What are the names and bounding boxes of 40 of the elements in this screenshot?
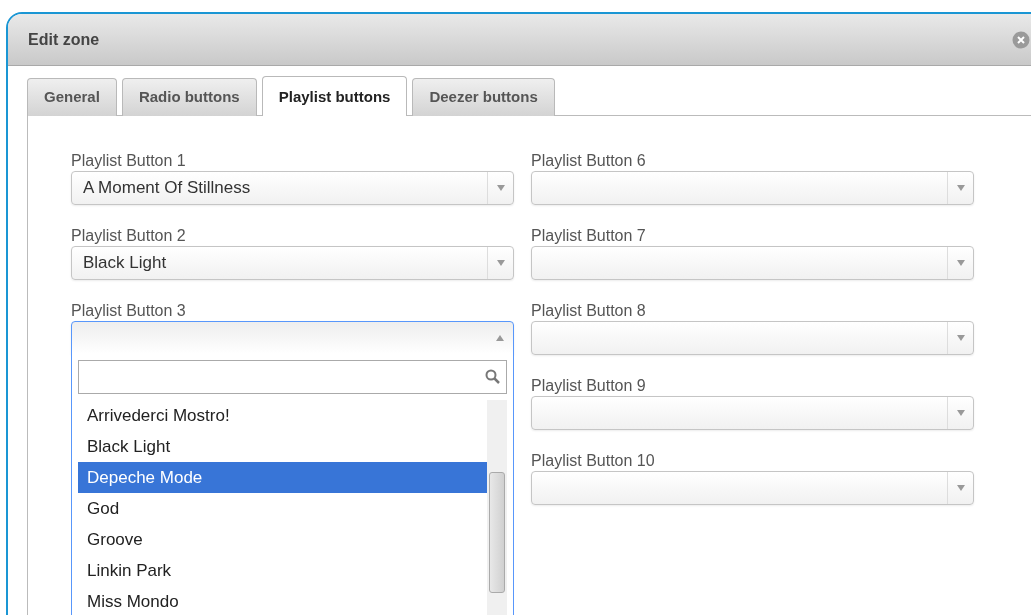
dropdown-option[interactable]: God bbox=[78, 492, 487, 524]
tab[interactable]: General bbox=[27, 78, 117, 116]
caret-icon bbox=[956, 334, 965, 341]
tab[interactable]: Playlist buttons bbox=[261, 76, 408, 116]
dropdown-field[interactable] bbox=[531, 245, 974, 280]
search-field[interactable] bbox=[78, 359, 507, 394]
caret-icon bbox=[496, 184, 505, 191]
field-label: Playlist Button 10 bbox=[531, 450, 656, 471]
window-title: Edit zone bbox=[28, 29, 100, 50]
dropdown-field[interactable] bbox=[531, 170, 974, 205]
caret-icon bbox=[496, 334, 504, 341]
dropdown-option[interactable]: Miss Mondo bbox=[78, 585, 487, 615]
dropdown-option[interactable]: Groove bbox=[78, 523, 487, 555]
dropdown-field[interactable] bbox=[531, 320, 974, 355]
scrollbar[interactable] bbox=[487, 399, 507, 615]
dropdown-field[interactable] bbox=[531, 395, 974, 430]
dropdown-option[interactable]: Black Light bbox=[78, 430, 487, 462]
field-label: Playlist Button 6 bbox=[531, 150, 647, 171]
caret-icon bbox=[956, 184, 965, 191]
field-label: Playlist Button 9 bbox=[531, 375, 647, 396]
tab[interactable]: Radio buttons bbox=[121, 78, 257, 116]
caret-icon bbox=[496, 259, 505, 266]
caret-icon bbox=[956, 484, 965, 491]
dropdown-option[interactable]: Depeche Mode bbox=[78, 461, 487, 493]
caret-icon bbox=[956, 409, 965, 416]
caret-icon bbox=[956, 259, 965, 266]
tab[interactable]: Deezer buttons bbox=[412, 78, 555, 116]
dropdown-option[interactable]: Linkin Park bbox=[78, 554, 487, 586]
field-label: Playlist Button 8 bbox=[531, 300, 647, 321]
dropdown-field[interactable] bbox=[531, 470, 974, 505]
field-label: Playlist Button 2 bbox=[71, 225, 187, 246]
field-label: Playlist Button 7 bbox=[531, 225, 647, 246]
field-label: Playlist Button 1 bbox=[71, 150, 187, 171]
dropdown-field[interactable] bbox=[71, 320, 514, 355]
dropdown-field[interactable]: Black Light bbox=[71, 245, 514, 280]
dropdown-option[interactable]: Arrivederci Mostro! bbox=[78, 399, 487, 431]
close-icon[interactable] bbox=[1012, 30, 1030, 49]
field-label: Playlist Button 3 bbox=[71, 300, 187, 321]
dropdown-field[interactable]: A Moment Of Stillness bbox=[71, 170, 514, 205]
search-icon bbox=[485, 369, 500, 384]
